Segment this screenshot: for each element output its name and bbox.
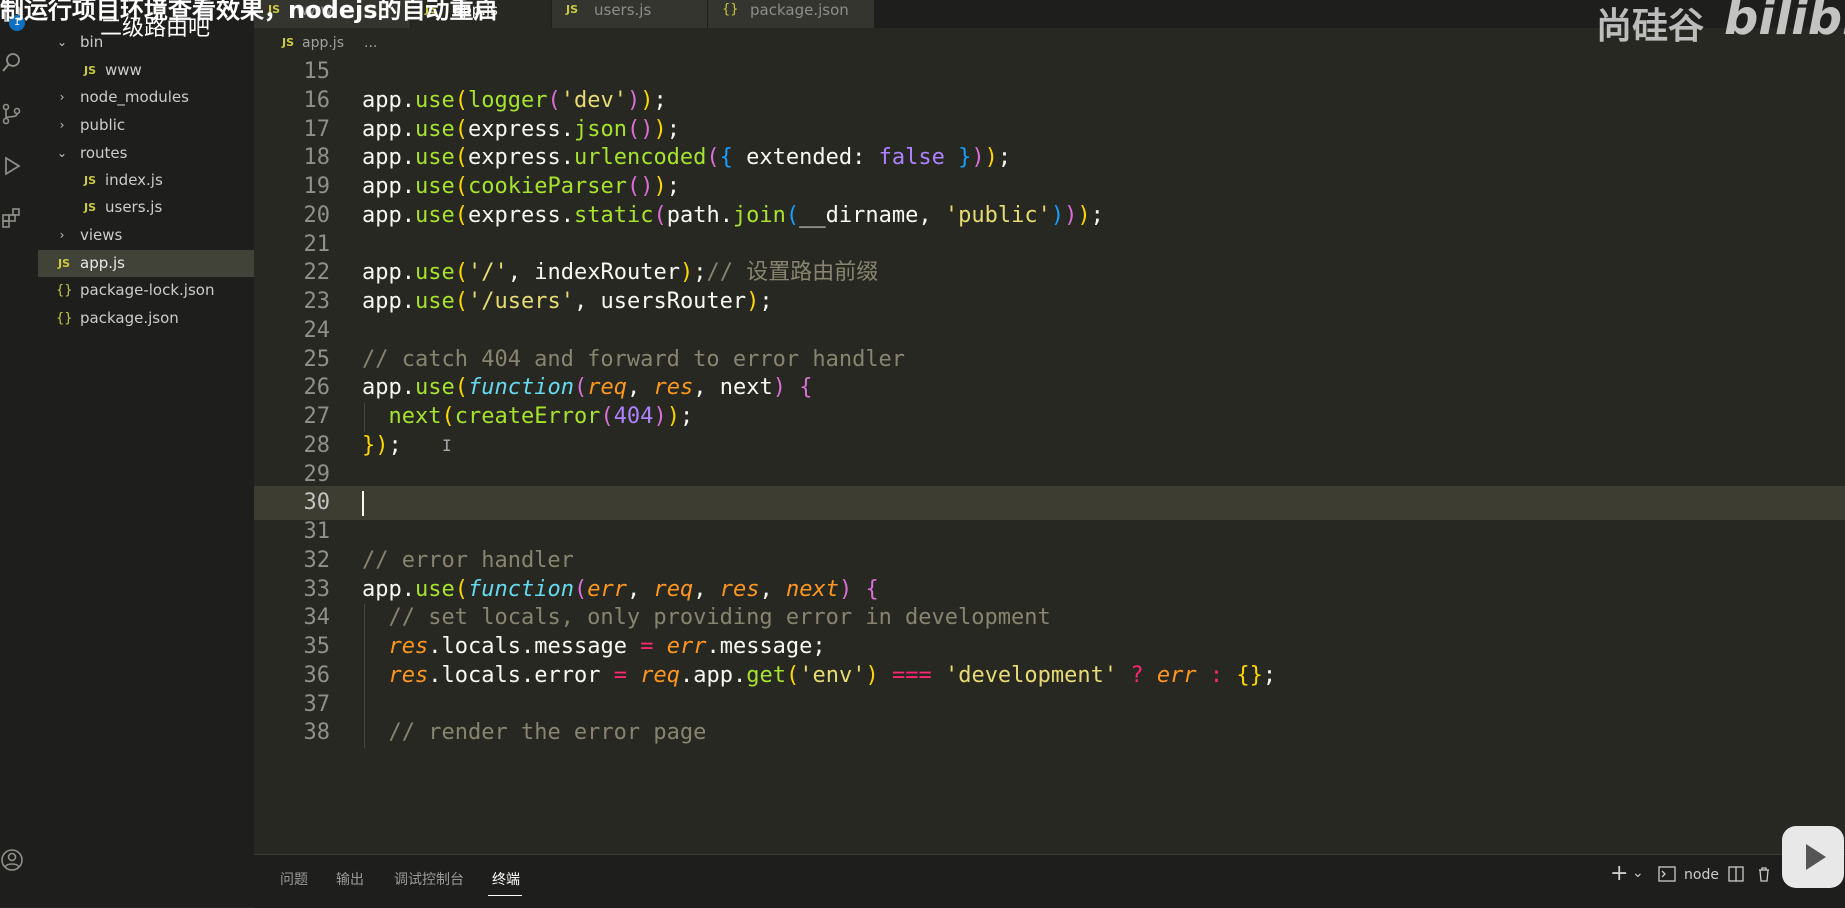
video-caption-sub: 二级路由吧	[100, 16, 211, 41]
tree-label: node_modules	[80, 88, 189, 106]
terminal-name[interactable]: node	[1684, 867, 1719, 883]
tree-label: users.js	[105, 198, 163, 216]
tab-label: package.json	[750, 1, 849, 19]
tree-file-package-json[interactable]: {} package.json	[38, 305, 254, 332]
chevron-down-icon: ⌄	[56, 35, 68, 49]
active-tab-indicator	[488, 895, 522, 896]
breadcrumb: JS app.js ...	[254, 28, 1845, 58]
tree-folder-routes[interactable]: ⌄ routes	[38, 140, 254, 167]
code-editor[interactable]: 15 16 app.use(logger('dev')); 17 app.use(exp…	[254, 58, 1845, 854]
code-line[interactable]: 38 // render the error page	[254, 716, 1845, 750]
explorer-sidebar: ⌄ bin JS www › node_modules › public ⌄ r…	[38, 0, 254, 907]
tree-label: public	[80, 116, 126, 134]
mouse-ibeam-cursor: I	[442, 435, 452, 455]
tab-users-js[interactable]: JS users.js	[552, 0, 708, 28]
split-terminal-icon[interactable]	[1728, 866, 1744, 887]
chevron-down-icon[interactable]: ⌄	[1632, 865, 1644, 881]
tab-package-json[interactable]: {} package.json	[708, 0, 875, 28]
source-control-icon[interactable]	[0, 102, 24, 126]
tree-file-app-js[interactable]: JS app.js	[38, 250, 254, 277]
extensions-icon[interactable]	[0, 206, 24, 230]
breadcrumb-file[interactable]: app.js	[302, 28, 344, 58]
tree-file-www[interactable]: JS www	[38, 57, 254, 84]
indent-guide	[364, 403, 365, 432]
tree-file-package-lock-json[interactable]: {} package-lock.json	[38, 277, 254, 304]
new-terminal-button[interactable]: +	[1610, 861, 1628, 886]
terminal-icon	[1658, 866, 1676, 887]
activity-bar: 1	[0, 0, 38, 907]
search-icon[interactable]	[0, 50, 24, 74]
account-icon[interactable]	[0, 848, 24, 872]
js-file-icon: JS	[84, 174, 97, 187]
chevron-down-icon: ⌄	[56, 146, 68, 160]
tree-label: package-lock.json	[80, 281, 215, 299]
tab-output[interactable]: 输出	[336, 869, 364, 889]
video-play-icon[interactable]	[1782, 826, 1844, 888]
tree-label: index.js	[105, 171, 163, 189]
js-file-icon: JS	[84, 201, 97, 214]
tree-label: app.js	[80, 254, 125, 272]
tab-label: users.js	[594, 1, 652, 19]
code-text: // render the error page	[388, 720, 707, 746]
tab-problems[interactable]: 问题	[280, 869, 308, 889]
breadcrumb-more[interactable]: ...	[364, 28, 377, 58]
indent-guide	[364, 604, 365, 748]
tab-debug-console[interactable]: 调试控制台	[394, 869, 464, 889]
tree-file-index-js[interactable]: JS index.js	[38, 167, 254, 194]
chevron-right-icon: ›	[59, 90, 65, 104]
trash-icon[interactable]	[1756, 866, 1772, 887]
tree-label: routes	[80, 144, 128, 162]
js-file-icon: JS	[84, 64, 97, 77]
json-file-icon: {}	[56, 311, 73, 326]
tab-terminal[interactable]: 终端	[492, 869, 520, 889]
tree-label: package.json	[80, 309, 179, 327]
json-file-icon: {}	[722, 2, 739, 17]
js-file-icon: JS	[566, 3, 579, 16]
line-number: 38	[303, 720, 331, 746]
tree-folder-views[interactable]: › views	[38, 222, 254, 249]
tree-folder-node-modules[interactable]: › node_modules	[38, 84, 254, 111]
js-file-icon: JS	[58, 257, 71, 270]
js-file-icon: JS	[282, 36, 295, 49]
text-cursor	[362, 491, 364, 517]
bottom-panel: 问题 输出 调试控制台 终端 + ⌄ node	[254, 854, 1845, 908]
json-file-icon: {}	[56, 283, 73, 298]
run-debug-icon[interactable]	[0, 154, 24, 178]
tree-label: views	[80, 226, 123, 244]
chevron-right-icon: ›	[59, 228, 65, 242]
video-caption-top: 制运行项目环境查看效果，nodejs的自动重启	[0, 0, 498, 24]
tree-label: www	[105, 61, 142, 79]
chevron-right-icon: ›	[59, 118, 65, 132]
tree-file-users-js[interactable]: JS users.js	[38, 194, 254, 221]
tree-folder-public[interactable]: › public	[38, 112, 254, 139]
